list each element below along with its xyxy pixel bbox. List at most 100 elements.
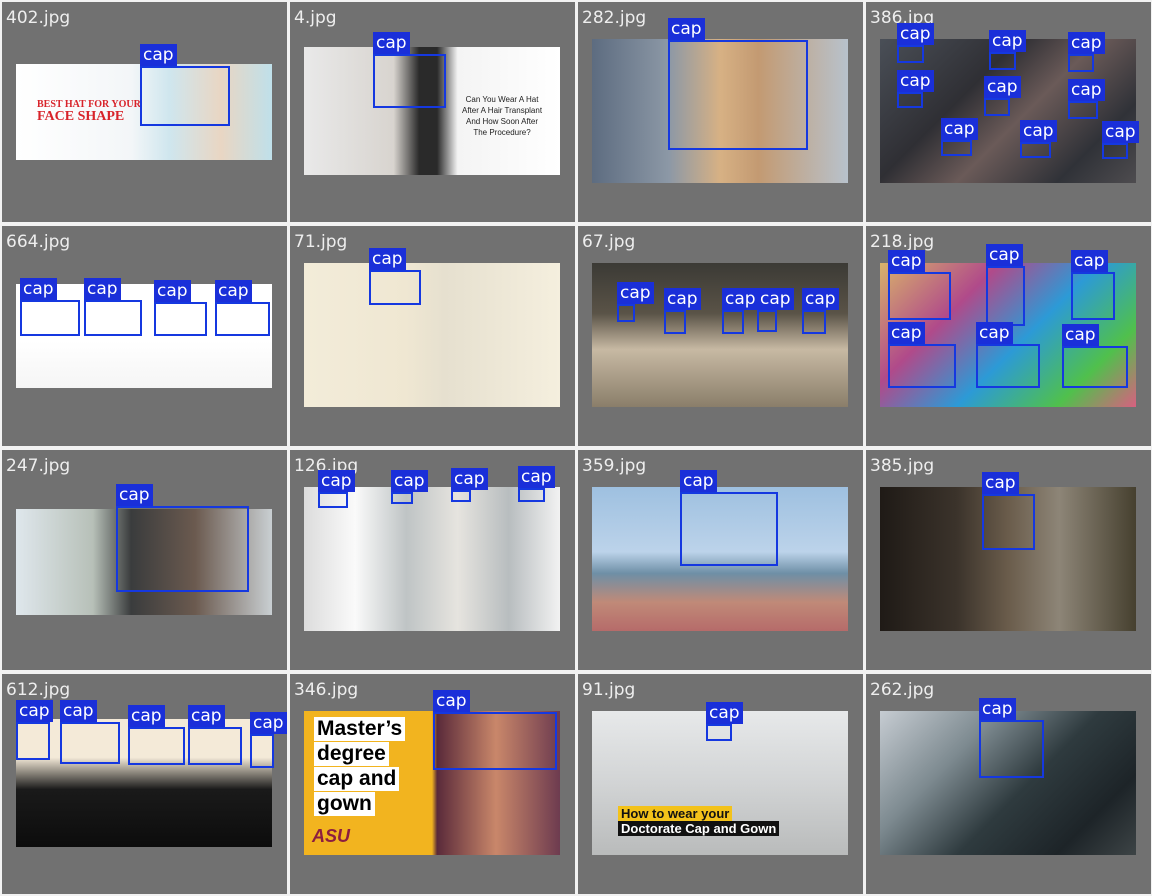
result-cell: 402.jpg BEST HAT FOR YOUR FACE SHAPE cap bbox=[2, 2, 287, 222]
detection-box bbox=[989, 52, 1016, 70]
detection-label: cap bbox=[1071, 250, 1108, 272]
detection-box bbox=[757, 310, 777, 332]
image-filename: 4.jpg bbox=[294, 8, 337, 28]
detection-box bbox=[518, 488, 545, 502]
detection-label: cap bbox=[1062, 324, 1099, 346]
detection-label: cap bbox=[976, 322, 1013, 344]
detection-box bbox=[60, 722, 120, 764]
detection-label: cap bbox=[60, 700, 97, 722]
image-caption-line: FACE SHAPE bbox=[37, 109, 125, 124]
asu-logo: ASU bbox=[312, 826, 351, 846]
detection-box bbox=[1062, 346, 1128, 388]
detection-label: cap bbox=[1020, 120, 1057, 142]
detection-label: cap bbox=[757, 288, 794, 310]
detection-label: cap bbox=[518, 466, 555, 488]
detection-box bbox=[433, 712, 557, 770]
detection-box bbox=[1068, 101, 1098, 119]
detection-box bbox=[140, 66, 230, 126]
detection-label: cap bbox=[140, 44, 177, 66]
image-caption: How to wear your Doctorate Cap and Gown bbox=[618, 806, 780, 836]
detection-box bbox=[215, 302, 270, 336]
detection-label: cap bbox=[373, 32, 410, 54]
image-filename: 282.jpg bbox=[582, 8, 647, 28]
detection-label: cap bbox=[984, 76, 1021, 98]
image-caption-line: Master’s bbox=[314, 717, 406, 741]
detection-label: cap bbox=[668, 18, 705, 40]
detection-box bbox=[986, 266, 1025, 326]
detection-label: cap bbox=[16, 700, 53, 722]
result-cell: 91.jpg How to wear your Doctorate Cap and … bbox=[578, 674, 863, 894]
detection-box bbox=[318, 492, 348, 508]
detection-box bbox=[1020, 142, 1051, 158]
result-cell: 4.jpg Can You Wear A Hat After A Hair Tran… bbox=[290, 2, 575, 222]
detection-box bbox=[897, 45, 924, 63]
image-filename: 71.jpg bbox=[294, 232, 348, 252]
detection-box bbox=[664, 310, 686, 334]
result-cell: 262.jpg cap bbox=[866, 674, 1151, 894]
result-cell: 67.jpg cap cap cap cap cap bbox=[578, 226, 863, 446]
detection-label: cap bbox=[979, 698, 1016, 720]
detection-box bbox=[250, 734, 274, 768]
detection-label: cap bbox=[897, 23, 934, 45]
detection-label: cap bbox=[84, 278, 121, 300]
detection-box bbox=[16, 722, 50, 760]
detection-box bbox=[706, 724, 732, 741]
result-cell: 664.jpg cap cap cap cap bbox=[2, 226, 287, 446]
detection-box bbox=[128, 727, 185, 765]
detection-box bbox=[373, 54, 446, 108]
result-cell: 126.jpg cap cap cap cap bbox=[290, 450, 575, 670]
detection-label: cap bbox=[433, 690, 470, 712]
detection-label: cap bbox=[989, 30, 1026, 52]
detection-label: cap bbox=[391, 470, 428, 492]
result-cell: 386.jpg cap cap cap cap cap cap cap cap cap bbox=[866, 2, 1151, 222]
image-caption: Master’s degree cap and gown bbox=[314, 717, 406, 817]
result-cell: 218.jpg cap cap cap cap cap cap bbox=[866, 226, 1151, 446]
detection-box bbox=[941, 140, 972, 156]
image-caption-line: And How Soon After bbox=[466, 117, 539, 126]
image-filename: 91.jpg bbox=[582, 680, 636, 700]
detection-label: cap bbox=[722, 288, 759, 310]
detection-box bbox=[984, 98, 1010, 116]
image-filename: 346.jpg bbox=[294, 680, 359, 700]
detection-label: cap bbox=[888, 250, 925, 272]
detection-box bbox=[188, 727, 242, 765]
detection-box bbox=[722, 310, 744, 334]
result-cell: 71.jpg cap bbox=[290, 226, 575, 446]
detection-box bbox=[391, 492, 413, 504]
detection-box bbox=[888, 344, 956, 388]
detection-box bbox=[154, 302, 207, 336]
detection-label: cap bbox=[1102, 121, 1139, 143]
detection-box bbox=[897, 92, 923, 108]
result-cell: 612.jpg cap cap cap cap cap bbox=[2, 674, 287, 894]
image-caption-line: gown bbox=[314, 792, 375, 816]
detection-box bbox=[979, 720, 1044, 778]
detection-label: cap bbox=[897, 70, 934, 92]
detection-box bbox=[982, 494, 1035, 550]
detection-box bbox=[668, 40, 808, 150]
detection-label: cap bbox=[941, 118, 978, 140]
detection-box bbox=[680, 492, 778, 566]
image-filename: 612.jpg bbox=[6, 680, 71, 700]
result-cell: 247.jpg cap bbox=[2, 450, 287, 670]
result-cell: 346.jpg Master’s degree cap and gown ASU cap bbox=[290, 674, 575, 894]
detection-label: cap bbox=[20, 278, 57, 300]
detection-box bbox=[1068, 54, 1094, 72]
image-caption-line: degree bbox=[314, 742, 389, 766]
detection-label: cap bbox=[1068, 32, 1105, 54]
detection-box bbox=[84, 300, 142, 336]
detection-box bbox=[1102, 143, 1128, 159]
detection-box bbox=[888, 272, 951, 320]
detection-box bbox=[369, 270, 421, 305]
detection-label: cap bbox=[188, 705, 225, 727]
detection-label: cap bbox=[664, 288, 701, 310]
detection-box bbox=[976, 344, 1040, 388]
image-caption-line: How to wear your bbox=[618, 806, 733, 821]
image-caption-line: Doctorate Cap and Gown bbox=[618, 821, 780, 836]
detection-label: cap bbox=[116, 484, 153, 506]
detection-label: cap bbox=[128, 705, 165, 727]
image-caption-line: After A Hair Transplant bbox=[462, 106, 543, 115]
detection-label: cap bbox=[982, 472, 1019, 494]
detection-box bbox=[20, 300, 80, 336]
result-cell: 282.jpg cap bbox=[578, 2, 863, 222]
image-thumbnail bbox=[304, 487, 560, 631]
